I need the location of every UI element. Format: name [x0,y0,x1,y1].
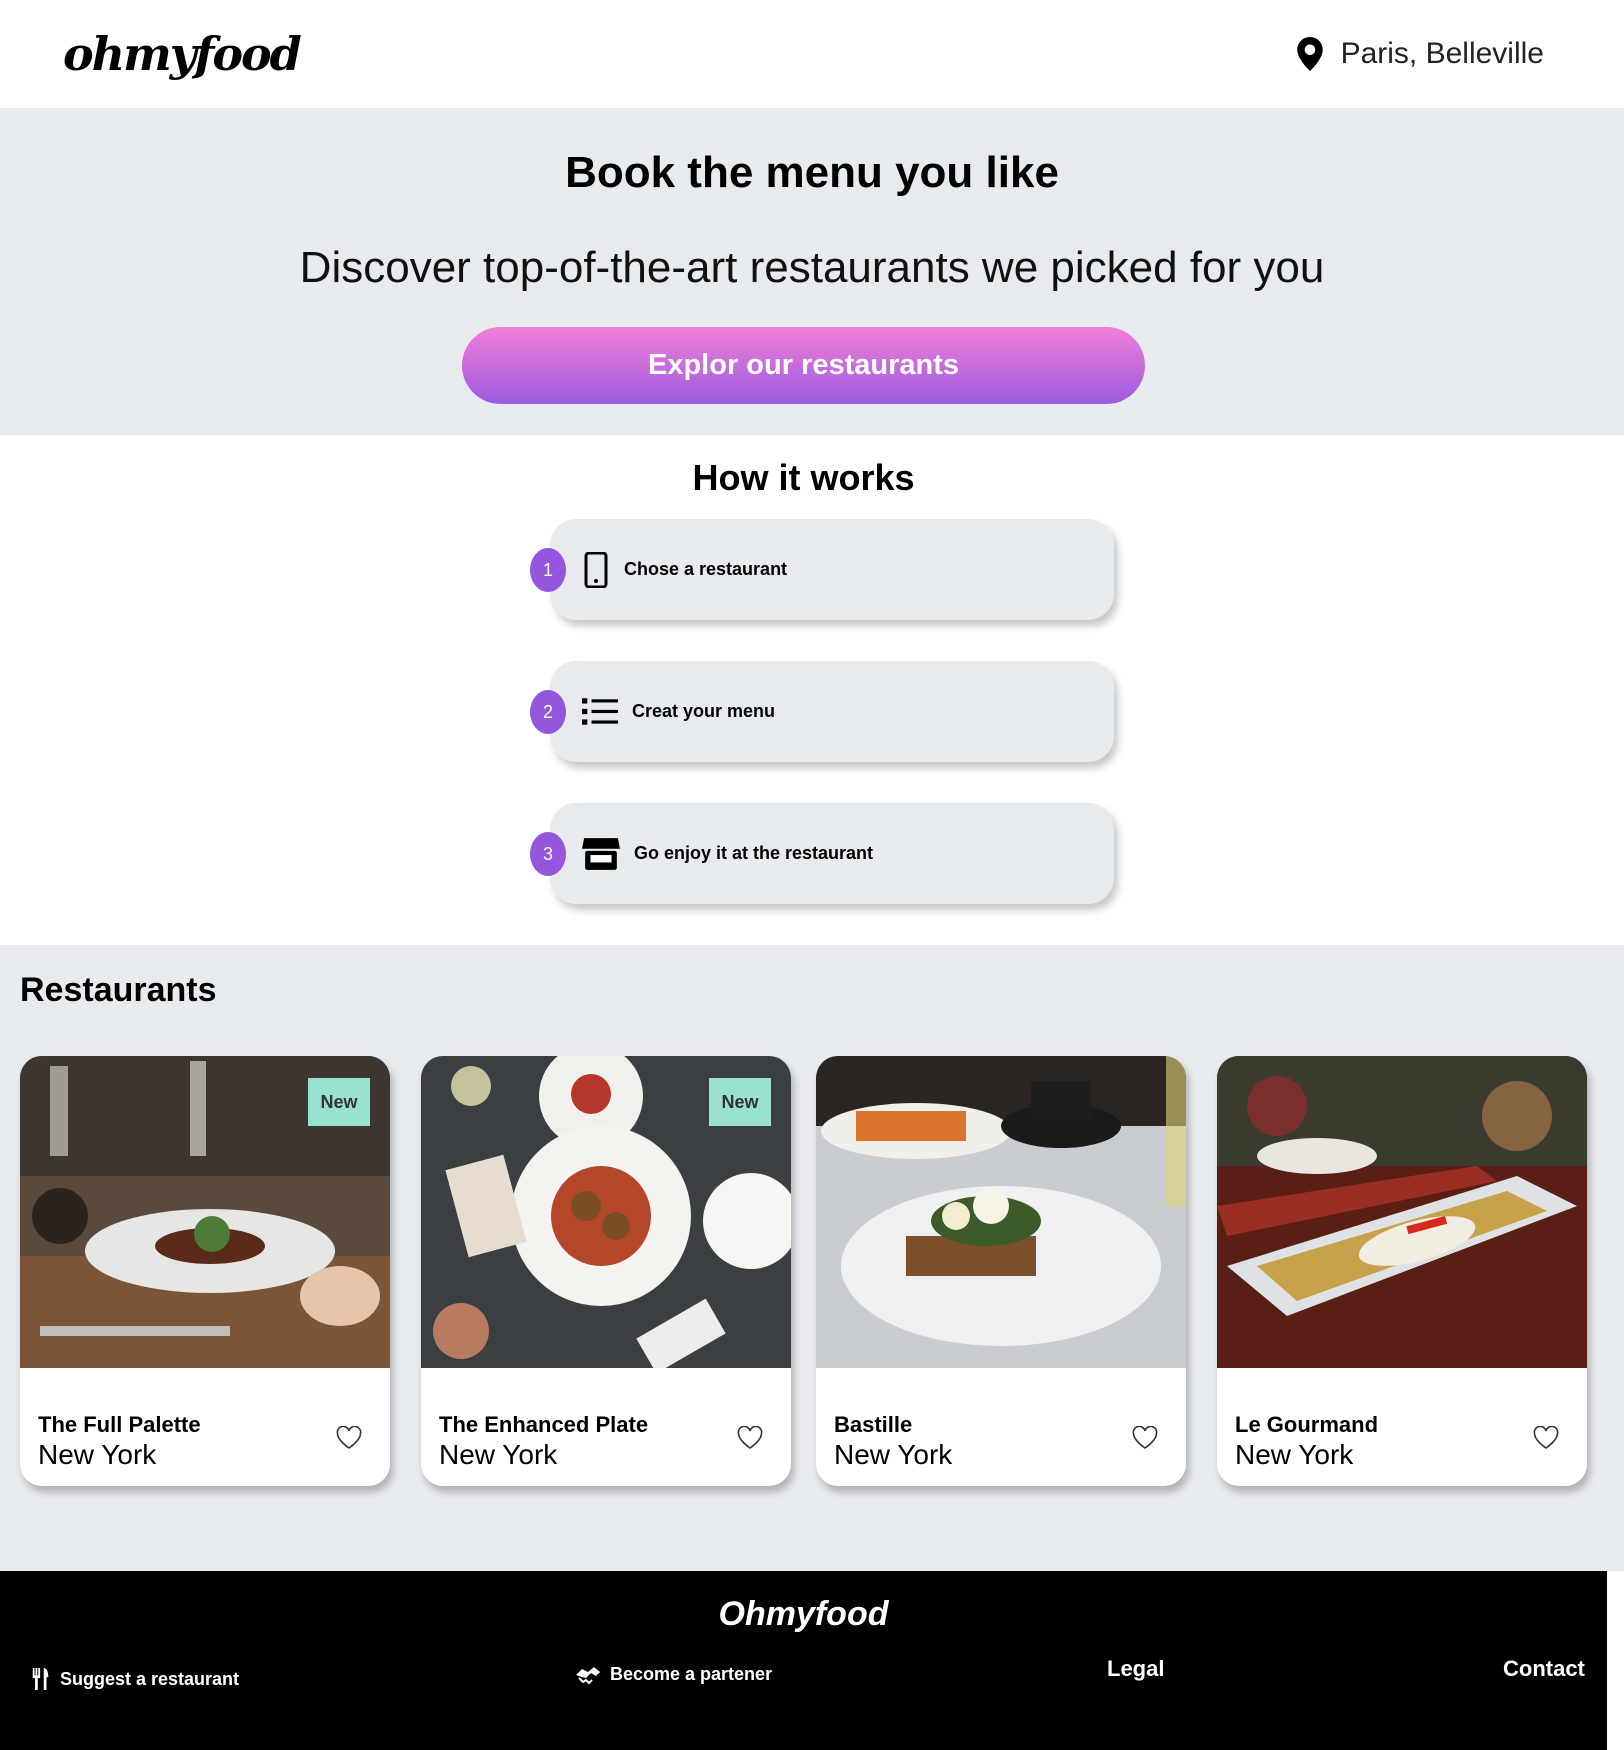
restaurant-card-le-gourmand[interactable]: Le Gourmand New York [1217,1056,1587,1486]
how-it-works-section: How it works 1 Chose a restaurant 2 Crea… [0,435,1607,945]
heart-icon[interactable] [1132,1426,1158,1450]
utensils-icon [32,1668,49,1690]
restaurant-name: The Full Palette [38,1412,201,1437]
step-card-1: 1 Chose a restaurant [530,519,1114,620]
contact-link[interactable]: Contact [1503,1656,1585,1682]
heart-icon[interactable] [1533,1426,1559,1450]
legal-link[interactable]: Legal [1107,1656,1164,1682]
suggest-restaurant-link[interactable]: Suggest a restaurant [30,1668,239,1690]
list-icon [582,697,618,725]
step-label: Go enjoy it at the restaurant [634,843,874,863]
restaurant-city: New York [38,1439,157,1470]
restaurant-card-full-palette[interactable]: New The Full Palette New York [20,1056,390,1486]
hero-section: Book the menu you like Discover top-of-t… [0,108,1624,435]
suggest-restaurant-label: Suggest a restaurant [60,1668,240,1689]
restaurant-card-enhanced-plate[interactable]: New The Enhanced Plate New York [421,1056,791,1486]
restaurant-name: The Enhanced Plate [439,1412,649,1437]
step-label: Chose a restaurant [624,559,788,579]
location[interactable]: Paris, Belleville [1296,37,1544,71]
heart-icon[interactable] [737,1426,763,1450]
location-pin-icon [1296,37,1323,71]
restaurant-photo [1217,1056,1587,1368]
restaurant-city: New York [834,1439,953,1470]
restaurants-section: Restaurants New The Full Palette New Yor… [0,945,1624,1571]
become-partner-label: Become a partener [610,1663,773,1684]
restaurant-photo [816,1056,1186,1368]
restaurant-city: New York [439,1439,558,1470]
step-label: Creat your menu [632,701,776,721]
heart-icon[interactable] [336,1426,362,1450]
handshake-icon [576,1667,600,1685]
hero-title: Book the menu you like [565,148,1059,197]
step-card-3: 3 Go enjoy it at the restaurant [530,803,1114,904]
new-badge: New [308,1078,370,1126]
site-header: ohmyfood Paris, Belleville [0,0,1607,108]
location-label: Paris, Belleville [1340,37,1544,70]
restaurants-title: Restaurants [20,971,217,1009]
restaurant-city: New York [1235,1439,1354,1470]
store-icon [582,837,620,870]
explore-restaurants-button[interactable]: Explor our restaurants [462,327,1145,404]
how-it-works-title: How it works [692,457,915,498]
mobile-phone-icon [584,551,608,588]
site-footer: Ohmyfood Suggest a restaurant Become a p… [0,1571,1607,1750]
hero-subtitle: Discover top-of-the-art restaurants we p… [299,243,1325,292]
new-badge: New [709,1078,771,1126]
step-number: 3 [530,832,566,876]
step-number: 2 [530,690,566,734]
footer-brand: Ohmyfood [718,1595,889,1633]
restaurant-card-bastille[interactable]: Bastille New York [816,1056,1186,1486]
step-number: 1 [530,548,566,592]
restaurant-name: Bastille [834,1412,913,1437]
restaurant-name: Le Gourmand [1235,1412,1379,1437]
logo[interactable]: ohmyfood [63,27,302,81]
become-partner-link[interactable]: Become a partener [574,1663,772,1685]
step-card-2: 2 Creat your menu [530,661,1114,762]
